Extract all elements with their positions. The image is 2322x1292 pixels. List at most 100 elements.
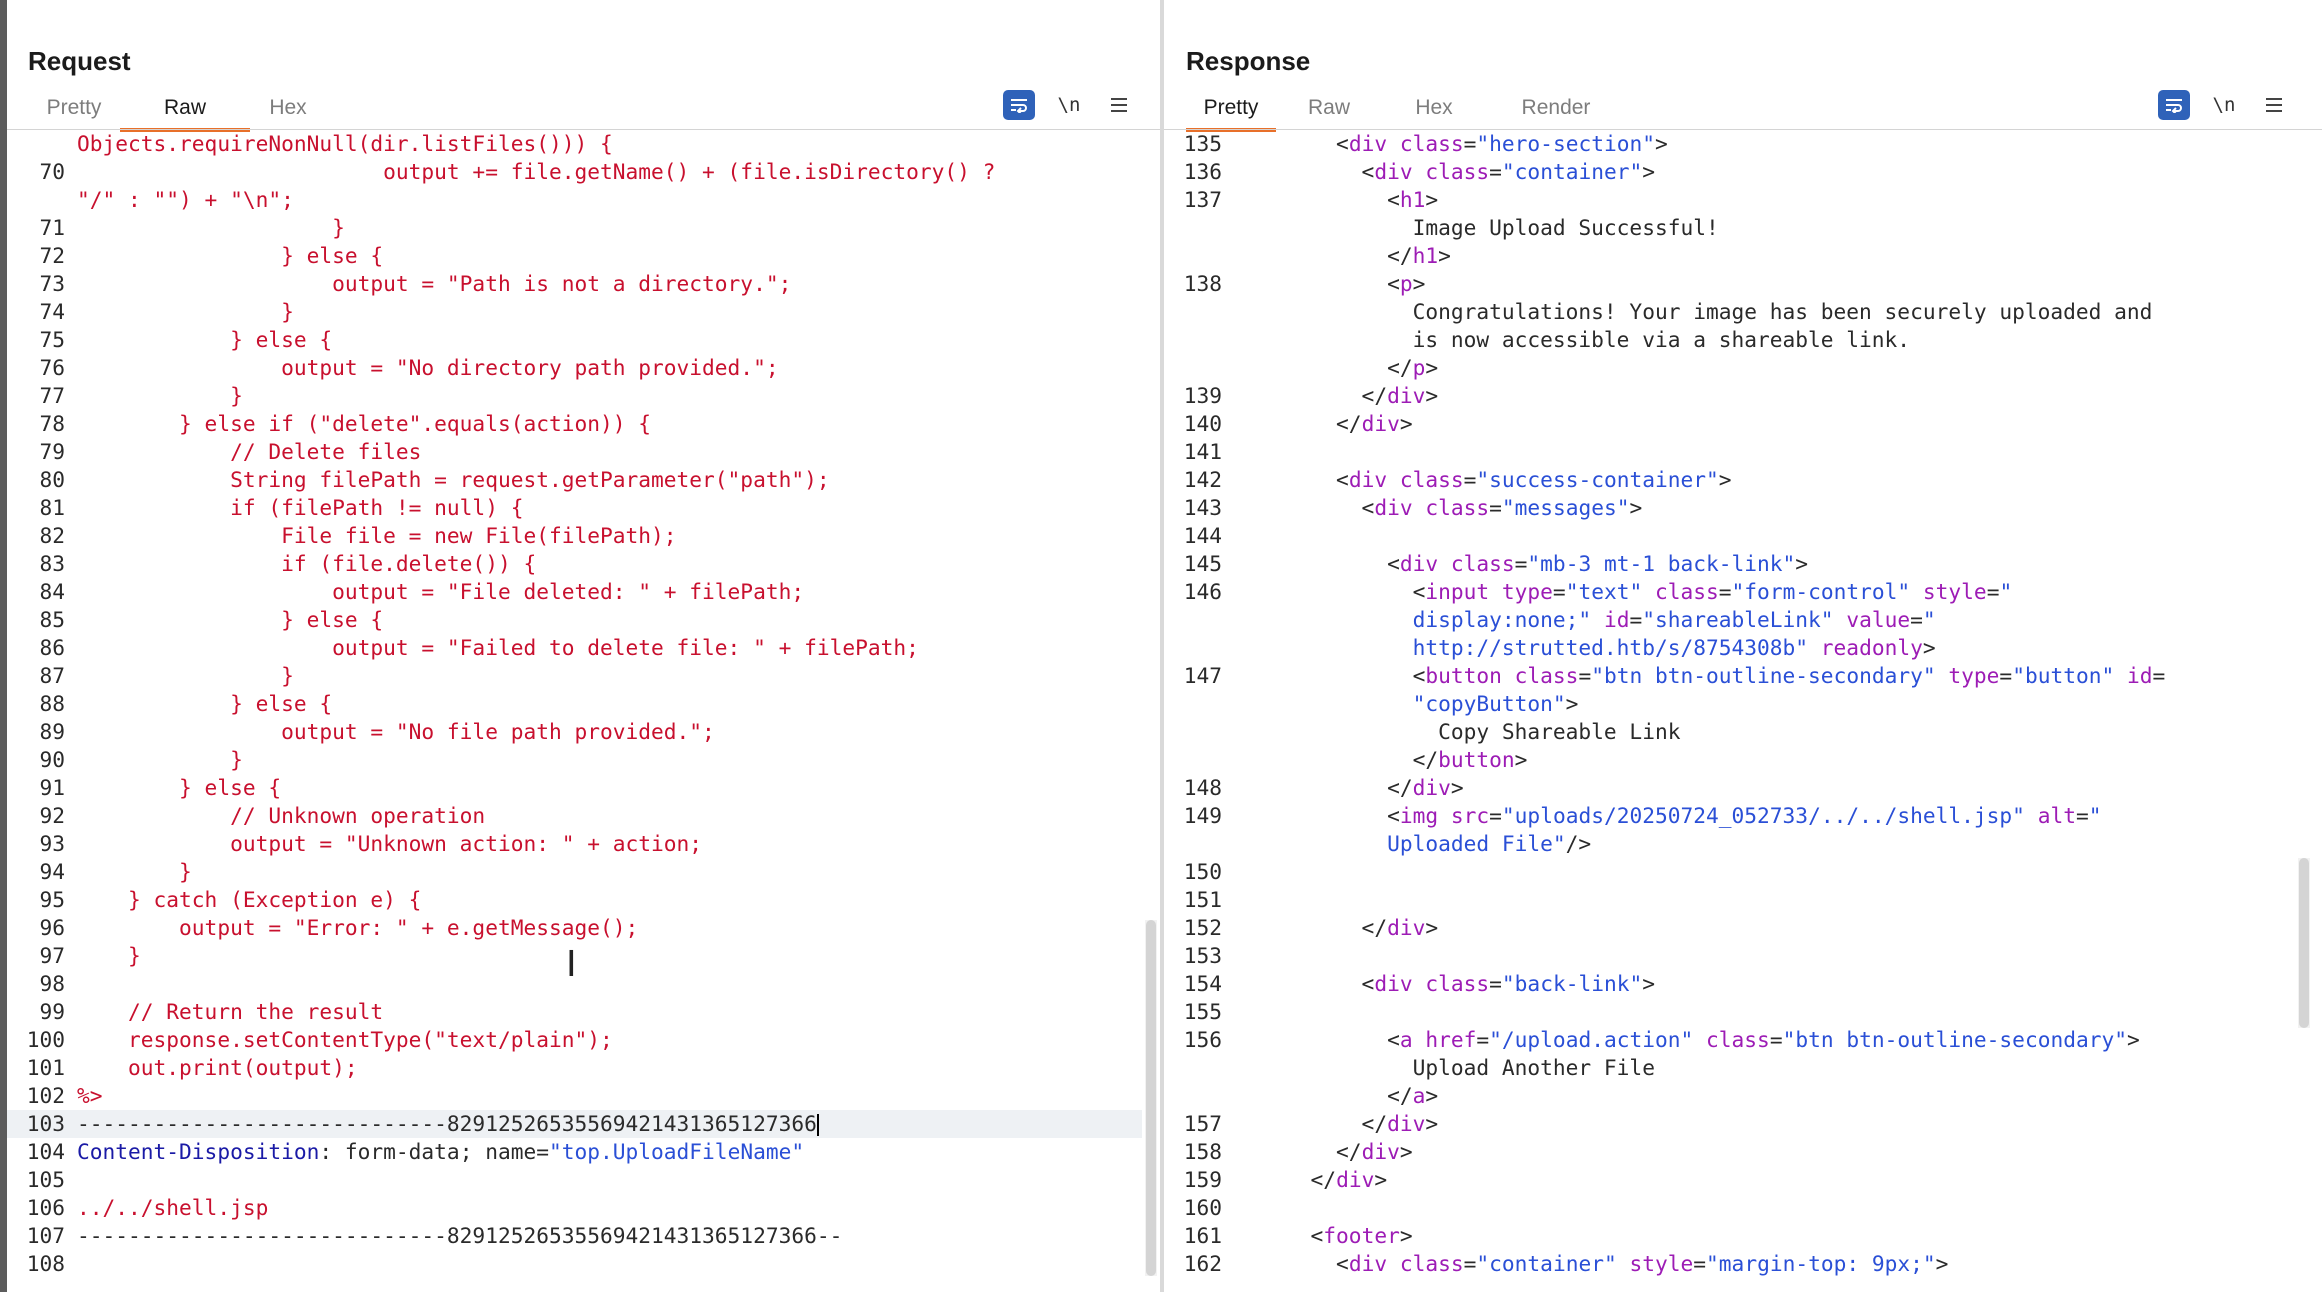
code-line: 74 }: [7, 298, 1142, 326]
code-token: style: [1922, 579, 1987, 604]
line-number: 106: [26, 1195, 65, 1220]
code-token: "text": [1565, 579, 1643, 604]
code-token: button: [1425, 663, 1502, 688]
line-text: } catch (Exception e) {: [77, 886, 421, 914]
line-number: 97: [39, 943, 65, 968]
code-token: =: [1489, 159, 1502, 184]
tab-pretty[interactable]: Pretty: [1186, 88, 1276, 132]
code-token: "back-link": [1501, 971, 1643, 996]
tab-hex[interactable]: Hex: [1382, 88, 1486, 128]
code-line: 90 }: [7, 746, 1142, 774]
line-text: <footer>: [1234, 1222, 1413, 1250]
line-number: 99: [39, 999, 65, 1024]
code-token: "success-container": [1476, 467, 1719, 492]
code-line: "/" : "") + "\n";: [7, 186, 1142, 214]
line-text: Image Upload Successful!: [1234, 214, 1719, 242]
line-text: %>: [77, 1082, 103, 1110]
tab-raw[interactable]: Raw: [1276, 88, 1382, 128]
line-text: Upload Another File: [1234, 1054, 1655, 1082]
code-token: class: [1399, 467, 1464, 492]
code-line: 146 <input type="text" class="form-contr…: [1164, 578, 2294, 606]
tab-render[interactable]: Render: [1486, 88, 1626, 128]
code-token: >: [1425, 1111, 1439, 1136]
line-text: } else {: [77, 242, 383, 270]
code-line: </a>: [1164, 1082, 2294, 1110]
code-token: div: [1374, 971, 1413, 996]
code-token: footer: [1323, 1223, 1400, 1248]
code-line: 144: [1164, 522, 2294, 550]
code-line: 161 <footer>: [1164, 1222, 2294, 1250]
code-line: 79 // Delete files: [7, 438, 1142, 466]
line-number: 138: [1183, 271, 1222, 296]
line-number: 82: [39, 523, 65, 548]
wrap-icon[interactable]: [1003, 90, 1035, 120]
code-line: 70 output += file.getName() + (file.isDi…: [7, 158, 1142, 186]
code-line: 142 <div class="success-container">: [1164, 466, 2294, 494]
newline-toggle[interactable]: \n: [2208, 90, 2240, 120]
code-token: "messages": [1501, 495, 1630, 520]
line-number: 147: [1183, 663, 1222, 688]
code-token: <: [1234, 663, 1426, 688]
code-token: =: [1629, 607, 1643, 632]
line-text: Copy Shareable Link: [1234, 718, 1680, 746]
line-text: </h1>: [1234, 242, 1451, 270]
code-token: "top.UploadFileName": [548, 1139, 805, 1164]
response-editor[interactable]: 135 <div class="hero-section"> 136 <div c…: [1164, 130, 2294, 1278]
line-number: 135: [1183, 131, 1222, 156]
request-tabs: Pretty Raw Hex: [28, 88, 326, 132]
code-line: 91 } else {: [7, 774, 1142, 802]
code-token: readonly: [1820, 635, 1923, 660]
line-number: 151: [1183, 887, 1222, 912]
line-text: </div>: [1234, 1110, 1439, 1138]
code-token: h1: [1399, 187, 1426, 212]
line-number: 141: [1183, 439, 1222, 464]
code-line: 145 <div class="mb-3 mt-1 back-link">: [1164, 550, 2294, 578]
request-scrollbar[interactable]: [1145, 920, 1157, 1276]
code-token: type: [1501, 579, 1553, 604]
code-line: Image Upload Successful!: [1164, 214, 2294, 242]
code-line: 150: [1164, 858, 2294, 886]
tab-pretty[interactable]: Pretty: [28, 88, 120, 128]
code-token: <: [1234, 467, 1349, 492]
newline-toggle[interactable]: \n: [1053, 90, 1085, 120]
code-token: output = "Failed to delete file: " + fil…: [77, 635, 919, 660]
response-scrollbar[interactable]: [2298, 858, 2310, 1028]
line-text: String filePath = request.getParameter("…: [77, 466, 830, 494]
code-token: =: [1769, 1027, 1783, 1052]
response-scrollbar-thumb[interactable]: [2299, 858, 2309, 1028]
tab-hex[interactable]: Hex: [250, 88, 326, 128]
code-token: class: [1399, 1251, 1464, 1276]
code-token: ../../shell.jsp: [77, 1195, 269, 1220]
line-number: 105: [26, 1167, 65, 1192]
request-scrollbar-thumb[interactable]: [1146, 920, 1156, 1276]
code-token: =: [1514, 551, 1528, 576]
code-token: div: [1387, 1111, 1426, 1136]
code-token: Image Upload Successful!: [1234, 215, 1719, 240]
wrap-icon[interactable]: [2158, 90, 2190, 120]
line-text: <h1>: [1234, 186, 1438, 214]
tab-raw[interactable]: Raw: [120, 88, 250, 132]
hamburger-menu-icon[interactable]: [1103, 90, 1135, 120]
code-token: <: [1234, 159, 1375, 184]
code-token: "shareableLink": [1642, 607, 1834, 632]
line-text: is now accessible via a shareable link.: [1234, 326, 1911, 354]
code-token: =: [1489, 971, 1502, 996]
hamburger-menu-icon[interactable]: [2258, 90, 2290, 120]
code-token: // Unknown operation: [77, 803, 486, 828]
code-token: <: [1234, 803, 1400, 828]
code-token: >: [1425, 355, 1439, 380]
line-text: if (filePath != null) {: [77, 494, 523, 522]
request-editor[interactable]: Objects.requireNonNull(dir.listFiles()))…: [7, 130, 1142, 1278]
code-token: display:none;": [1234, 607, 1592, 632]
code-line: 154 <div class="back-link">: [1164, 970, 2294, 998]
code-line: Uploaded File"/>: [1164, 830, 2294, 858]
code-line: 136 <div class="container">: [1164, 158, 2294, 186]
code-line: 105: [7, 1166, 1142, 1194]
code-line: 71 }: [7, 214, 1142, 242]
code-token: =: [1463, 1251, 1477, 1276]
code-token: </: [1234, 775, 1413, 800]
code-token: <: [1234, 1223, 1324, 1248]
line-text: <div class="back-link">: [1234, 970, 1655, 998]
